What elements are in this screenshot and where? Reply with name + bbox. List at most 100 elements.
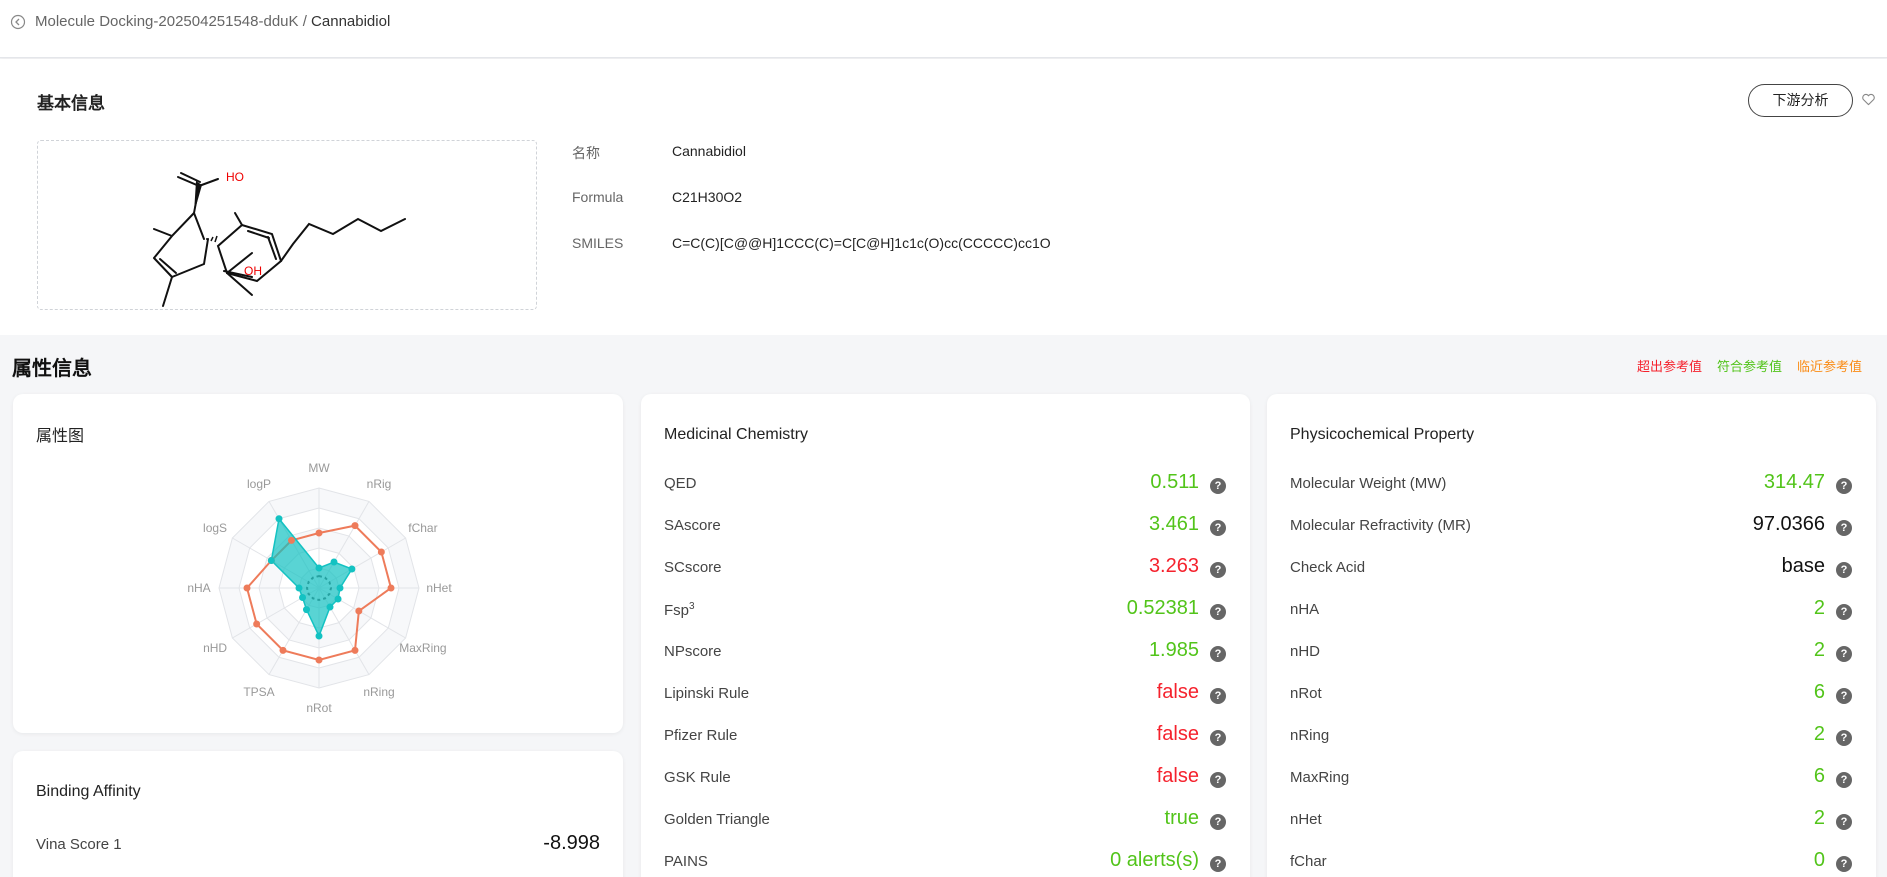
radar-reference-point bbox=[351, 646, 359, 654]
breadcrumb: Molecule Docking-202504251548-dduK / Can… bbox=[35, 12, 390, 32]
binding-affinity-title: Binding Affinity bbox=[36, 783, 141, 800]
radar-reference-point bbox=[315, 656, 323, 664]
help-icon[interactable]: ? bbox=[1836, 856, 1852, 872]
radar-axis-label: nRig bbox=[367, 477, 392, 491]
medchem-row: SCscore 3.263? bbox=[641, 549, 1250, 591]
medchem-row-label: QED bbox=[664, 475, 697, 492]
medicinal-chemistry-title: Medicinal Chemistry bbox=[664, 426, 809, 443]
medchem-row-label: NPscore bbox=[664, 643, 722, 660]
physchem-row-label: nRot bbox=[1290, 685, 1322, 702]
physchem-row: nHD 2? bbox=[1267, 633, 1876, 675]
medchem-row: NPscore 1.985? bbox=[641, 633, 1250, 675]
binding-affinity-card: Binding Affinity Vina Score 1 -8.998 bbox=[13, 751, 623, 877]
physchem-row: Molecular Weight (MW) 314.47? bbox=[1267, 465, 1876, 507]
molecule-structure-drawing: HO OH bbox=[153, 170, 406, 307]
medchem-row-value: 0 alerts(s) bbox=[1110, 849, 1199, 871]
hydroxyl-label-ho: HO bbox=[226, 170, 244, 184]
help-icon[interactable]: ? bbox=[1210, 604, 1226, 620]
medchem-row-value: 0.52381 bbox=[1126, 597, 1199, 619]
radar-axis-label: nRot bbox=[306, 701, 332, 715]
help-icon[interactable]: ? bbox=[1210, 562, 1226, 578]
binding-row-value: -8.998 bbox=[543, 832, 600, 854]
basic-info-title: 基本信息 bbox=[37, 94, 105, 113]
help-icon[interactable]: ? bbox=[1836, 478, 1852, 494]
physchem-row-value: 314.47 bbox=[1763, 471, 1825, 493]
physchem-row-label: fChar bbox=[1290, 853, 1327, 870]
formula-value: C21H30O2 bbox=[672, 189, 743, 205]
name-label: 名称 bbox=[572, 145, 600, 161]
radar-reference-point bbox=[351, 522, 359, 530]
medchem-row: PAINS 0 alerts(s)? bbox=[641, 843, 1250, 877]
help-icon[interactable]: ? bbox=[1836, 814, 1852, 830]
smiles-value: C=C(C)[C@@H]1CCC(C)=C[C@H]1c1c(O)cc(CCCC… bbox=[672, 235, 1051, 251]
medchem-row-value: false bbox=[1156, 723, 1199, 745]
help-icon[interactable]: ? bbox=[1836, 772, 1852, 788]
property-radar-chart: MW nRig fChar nHet MaxRing nRing nRot TPSA nHD nH… bbox=[187, 461, 452, 715]
radar-reference-point bbox=[288, 536, 295, 544]
help-icon[interactable]: ? bbox=[1210, 814, 1226, 830]
medchem-row-value: 3.461 bbox=[1148, 513, 1199, 535]
help-icon[interactable]: ? bbox=[1210, 772, 1226, 788]
help-icon[interactable]: ? bbox=[1210, 520, 1226, 536]
radar-molecule-point bbox=[336, 584, 344, 592]
physchem-row-value: 6 bbox=[1813, 765, 1825, 787]
physchem-row-value: 2 bbox=[1813, 597, 1825, 619]
physchem-row-value: base bbox=[1781, 555, 1825, 577]
help-icon[interactable]: ? bbox=[1836, 688, 1852, 704]
physchem-row-label: MaxRing bbox=[1290, 769, 1350, 786]
help-icon[interactable]: ? bbox=[1836, 730, 1852, 746]
radar-reference-point bbox=[355, 607, 363, 615]
radar-reference-point bbox=[377, 548, 385, 556]
radar-molecule-point bbox=[334, 595, 342, 603]
radar-axis-label: MaxRing bbox=[399, 641, 446, 655]
medchem-row-value: false bbox=[1156, 681, 1199, 703]
radar-molecule-point bbox=[348, 565, 356, 573]
radar-axis-label: nHet bbox=[426, 581, 452, 595]
medchem-row-label: Golden Triangle bbox=[664, 811, 770, 828]
radar-card: 属性图 MW nRig fChar nHet MaxRing nRing nRot TPSA n… bbox=[13, 394, 623, 733]
legend-meet: 符合参考值 bbox=[1717, 359, 1783, 374]
medicinal-chemistry-card: Medicinal Chemistry QED 0.511? SAscore 3.46… bbox=[641, 394, 1250, 877]
physchem-row: Check Acid base? bbox=[1267, 549, 1876, 591]
name-value: Cannabidiol bbox=[672, 143, 746, 159]
binding-row: Vina Score 1 -8.998 bbox=[13, 826, 623, 868]
physicochemical-title: Physicochemical Property bbox=[1290, 426, 1475, 443]
radar-axis-label: nHD bbox=[203, 641, 227, 655]
medchem-row: Pfizer Rule false? bbox=[641, 717, 1250, 759]
help-icon[interactable]: ? bbox=[1210, 856, 1226, 872]
back-circle-icon[interactable] bbox=[10, 14, 26, 30]
physchem-row: nRing 2? bbox=[1267, 717, 1876, 759]
medchem-row-label: Fsp3 bbox=[664, 601, 695, 619]
physchem-row: nHA 2? bbox=[1267, 591, 1876, 633]
help-icon[interactable]: ? bbox=[1210, 730, 1226, 746]
help-icon[interactable]: ? bbox=[1836, 646, 1852, 662]
radar-reference-point bbox=[387, 584, 395, 592]
help-icon[interactable]: ? bbox=[1210, 478, 1226, 494]
downstream-analysis-button[interactable]: 下游分析 bbox=[1748, 84, 1853, 117]
physchem-row-label: Molecular Refractivity (MR) bbox=[1290, 517, 1471, 534]
medchem-row: Golden Triangle true? bbox=[641, 801, 1250, 843]
help-icon[interactable]: ? bbox=[1210, 688, 1226, 704]
medchem-row-label-superscript: 3 bbox=[689, 601, 695, 612]
radar-molecule-point bbox=[315, 632, 323, 640]
radar-reference-point bbox=[253, 620, 261, 628]
help-icon[interactable]: ? bbox=[1210, 646, 1226, 662]
physchem-row-value: 97.0366 bbox=[1752, 513, 1825, 535]
formula-label: Formula bbox=[572, 189, 624, 205]
physchem-row-label: nHD bbox=[1290, 643, 1321, 660]
radar-molecule-point bbox=[299, 594, 307, 601]
radar-axis-label: nHA bbox=[187, 581, 210, 595]
binding-row-label: Vina Score 1 bbox=[36, 836, 122, 853]
medchem-row-label: Lipinski Rule bbox=[664, 685, 750, 702]
properties-title: 属性信息 bbox=[12, 358, 92, 380]
radar-molecule-point bbox=[267, 557, 275, 564]
help-icon[interactable]: ? bbox=[1836, 520, 1852, 536]
medchem-row-value: true bbox=[1164, 807, 1199, 829]
help-icon[interactable]: ? bbox=[1836, 604, 1852, 620]
heart-icon[interactable] bbox=[1861, 92, 1876, 107]
radar-axis-label: logS bbox=[203, 521, 227, 535]
help-icon[interactable]: ? bbox=[1836, 562, 1852, 578]
breadcrumb-parent-link[interactable]: Molecule Docking-202504251548-dduK bbox=[35, 13, 299, 30]
radar-axis-label: logP bbox=[247, 477, 271, 491]
breadcrumb-current: Cannabidiol bbox=[311, 13, 391, 30]
